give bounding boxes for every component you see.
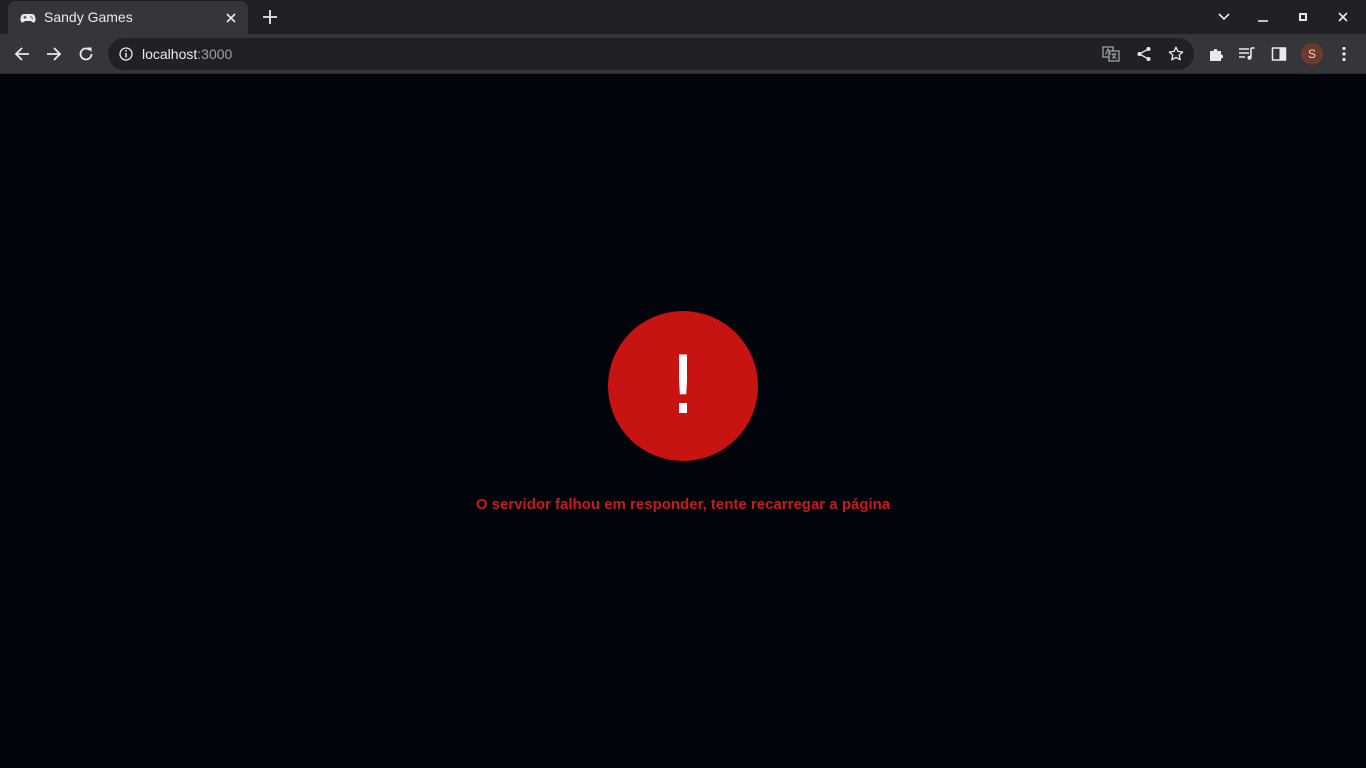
more-menu-icon[interactable] <box>1330 40 1358 68</box>
media-queue-icon[interactable] <box>1233 40 1261 68</box>
translate-icon[interactable] <box>1101 44 1121 64</box>
side-panel-icon[interactable] <box>1265 40 1293 68</box>
tab-sandy-games[interactable]: Sandy Games <box>8 1 248 34</box>
error-message: O servidor falhou em responder, tente re… <box>475 496 891 513</box>
maximize-icon[interactable] <box>1291 5 1315 29</box>
tab-strip: Sandy Games <box>0 0 1366 34</box>
site-info-icon[interactable] <box>119 47 133 61</box>
reload-icon[interactable] <box>72 40 100 68</box>
address-bar[interactable]: localhost:3000 <box>108 38 1194 70</box>
tab-title: Sandy Games <box>44 9 133 25</box>
tab-search-icon[interactable] <box>1212 5 1236 29</box>
bookmark-star-icon[interactable] <box>1166 44 1186 64</box>
gamepad-icon <box>20 10 36 26</box>
url-text: localhost:3000 <box>142 46 232 62</box>
forward-arrow-icon[interactable] <box>40 40 68 68</box>
error-symbol: ! <box>667 339 699 432</box>
browser-toolbar: localhost:3000 S <box>0 34 1366 74</box>
share-icon[interactable] <box>1134 44 1154 64</box>
error-icon: ! <box>608 311 758 461</box>
back-arrow-icon[interactable] <box>8 40 36 68</box>
profile-avatar[interactable]: S <box>1301 43 1323 65</box>
minimize-icon[interactable] <box>1251 5 1275 29</box>
close-tab-icon[interactable] <box>222 9 240 27</box>
new-tab-button[interactable] <box>258 5 282 29</box>
page-content: ! O servidor falhou em responder, tente … <box>0 75 1366 768</box>
url-host: localhost <box>142 46 198 62</box>
close-window-icon[interactable] <box>1331 5 1355 29</box>
url-port: :3000 <box>197 46 233 62</box>
extensions-puzzle-icon[interactable] <box>1202 40 1230 68</box>
